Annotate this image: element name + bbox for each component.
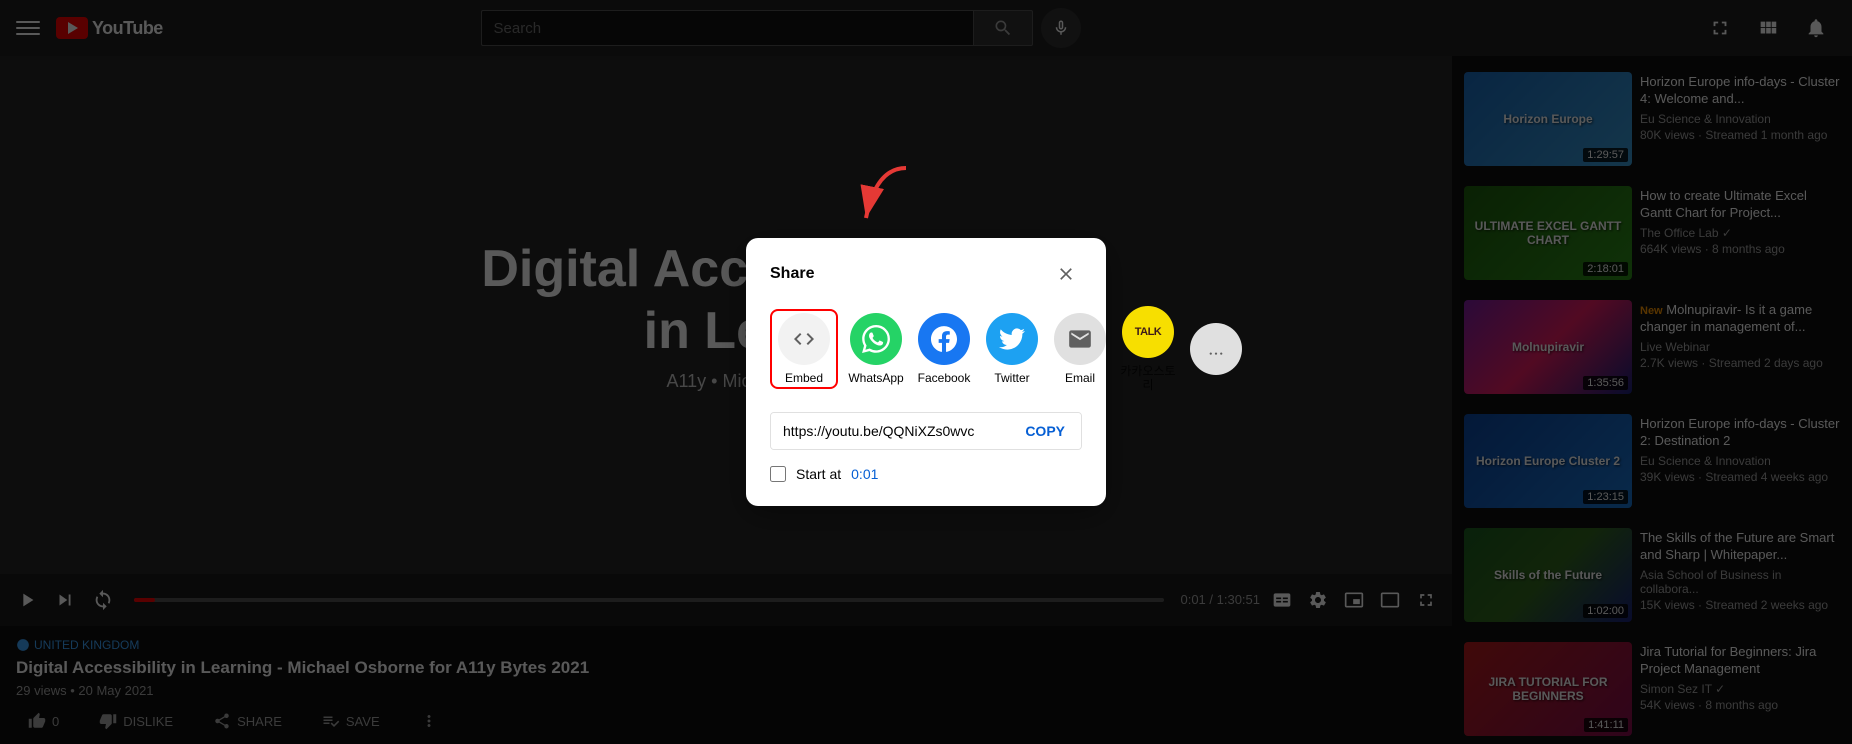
start-at-row: Start at 0:01	[770, 466, 1082, 482]
twitter-label: Twitter	[994, 371, 1029, 385]
email-icon-circle	[1054, 313, 1106, 365]
embed-share-button[interactable]: Embed	[774, 313, 834, 385]
modal-overlay[interactable]: Share Embed	[0, 0, 1852, 744]
more-share-icon[interactable]	[1190, 323, 1242, 375]
email-label: Email	[1065, 371, 1095, 385]
copy-button[interactable]: COPY	[1009, 413, 1081, 449]
modal-close-button[interactable]	[1050, 258, 1082, 290]
kakao-share-button[interactable]: TALK 카카오스토리	[1118, 306, 1178, 393]
url-row: COPY	[770, 412, 1082, 450]
kakao-label: 카카오스토리	[1118, 364, 1178, 393]
whatsapp-label: WhatsApp	[848, 371, 903, 385]
kakao-icon-circle: TALK	[1122, 306, 1174, 358]
share-buttons-row: Embed WhatsApp Facebook	[770, 306, 1082, 393]
whatsapp-share-button[interactable]: WhatsApp	[846, 313, 906, 385]
embed-button-wrapper: Embed	[770, 309, 838, 389]
start-at-label[interactable]: Start at	[796, 466, 841, 482]
modal-header: Share	[770, 258, 1082, 290]
embed-icon-circle	[778, 313, 830, 365]
facebook-icon-circle	[918, 313, 970, 365]
email-share-button[interactable]: Email	[1050, 313, 1110, 385]
arrow-indicator	[846, 158, 926, 238]
share-modal: Share Embed	[746, 238, 1106, 507]
url-input[interactable]	[771, 413, 1009, 449]
embed-label: Embed	[785, 371, 823, 385]
twitter-icon-circle	[986, 313, 1038, 365]
facebook-label: Facebook	[918, 371, 971, 385]
whatsapp-icon-circle	[850, 313, 902, 365]
start-at-checkbox[interactable]	[770, 466, 786, 482]
more-share-button[interactable]	[1186, 323, 1246, 375]
twitter-share-button[interactable]: Twitter	[982, 313, 1042, 385]
start-at-time[interactable]: 0:01	[851, 466, 878, 482]
modal-title: Share	[770, 265, 814, 283]
facebook-share-button[interactable]: Facebook	[914, 313, 974, 385]
